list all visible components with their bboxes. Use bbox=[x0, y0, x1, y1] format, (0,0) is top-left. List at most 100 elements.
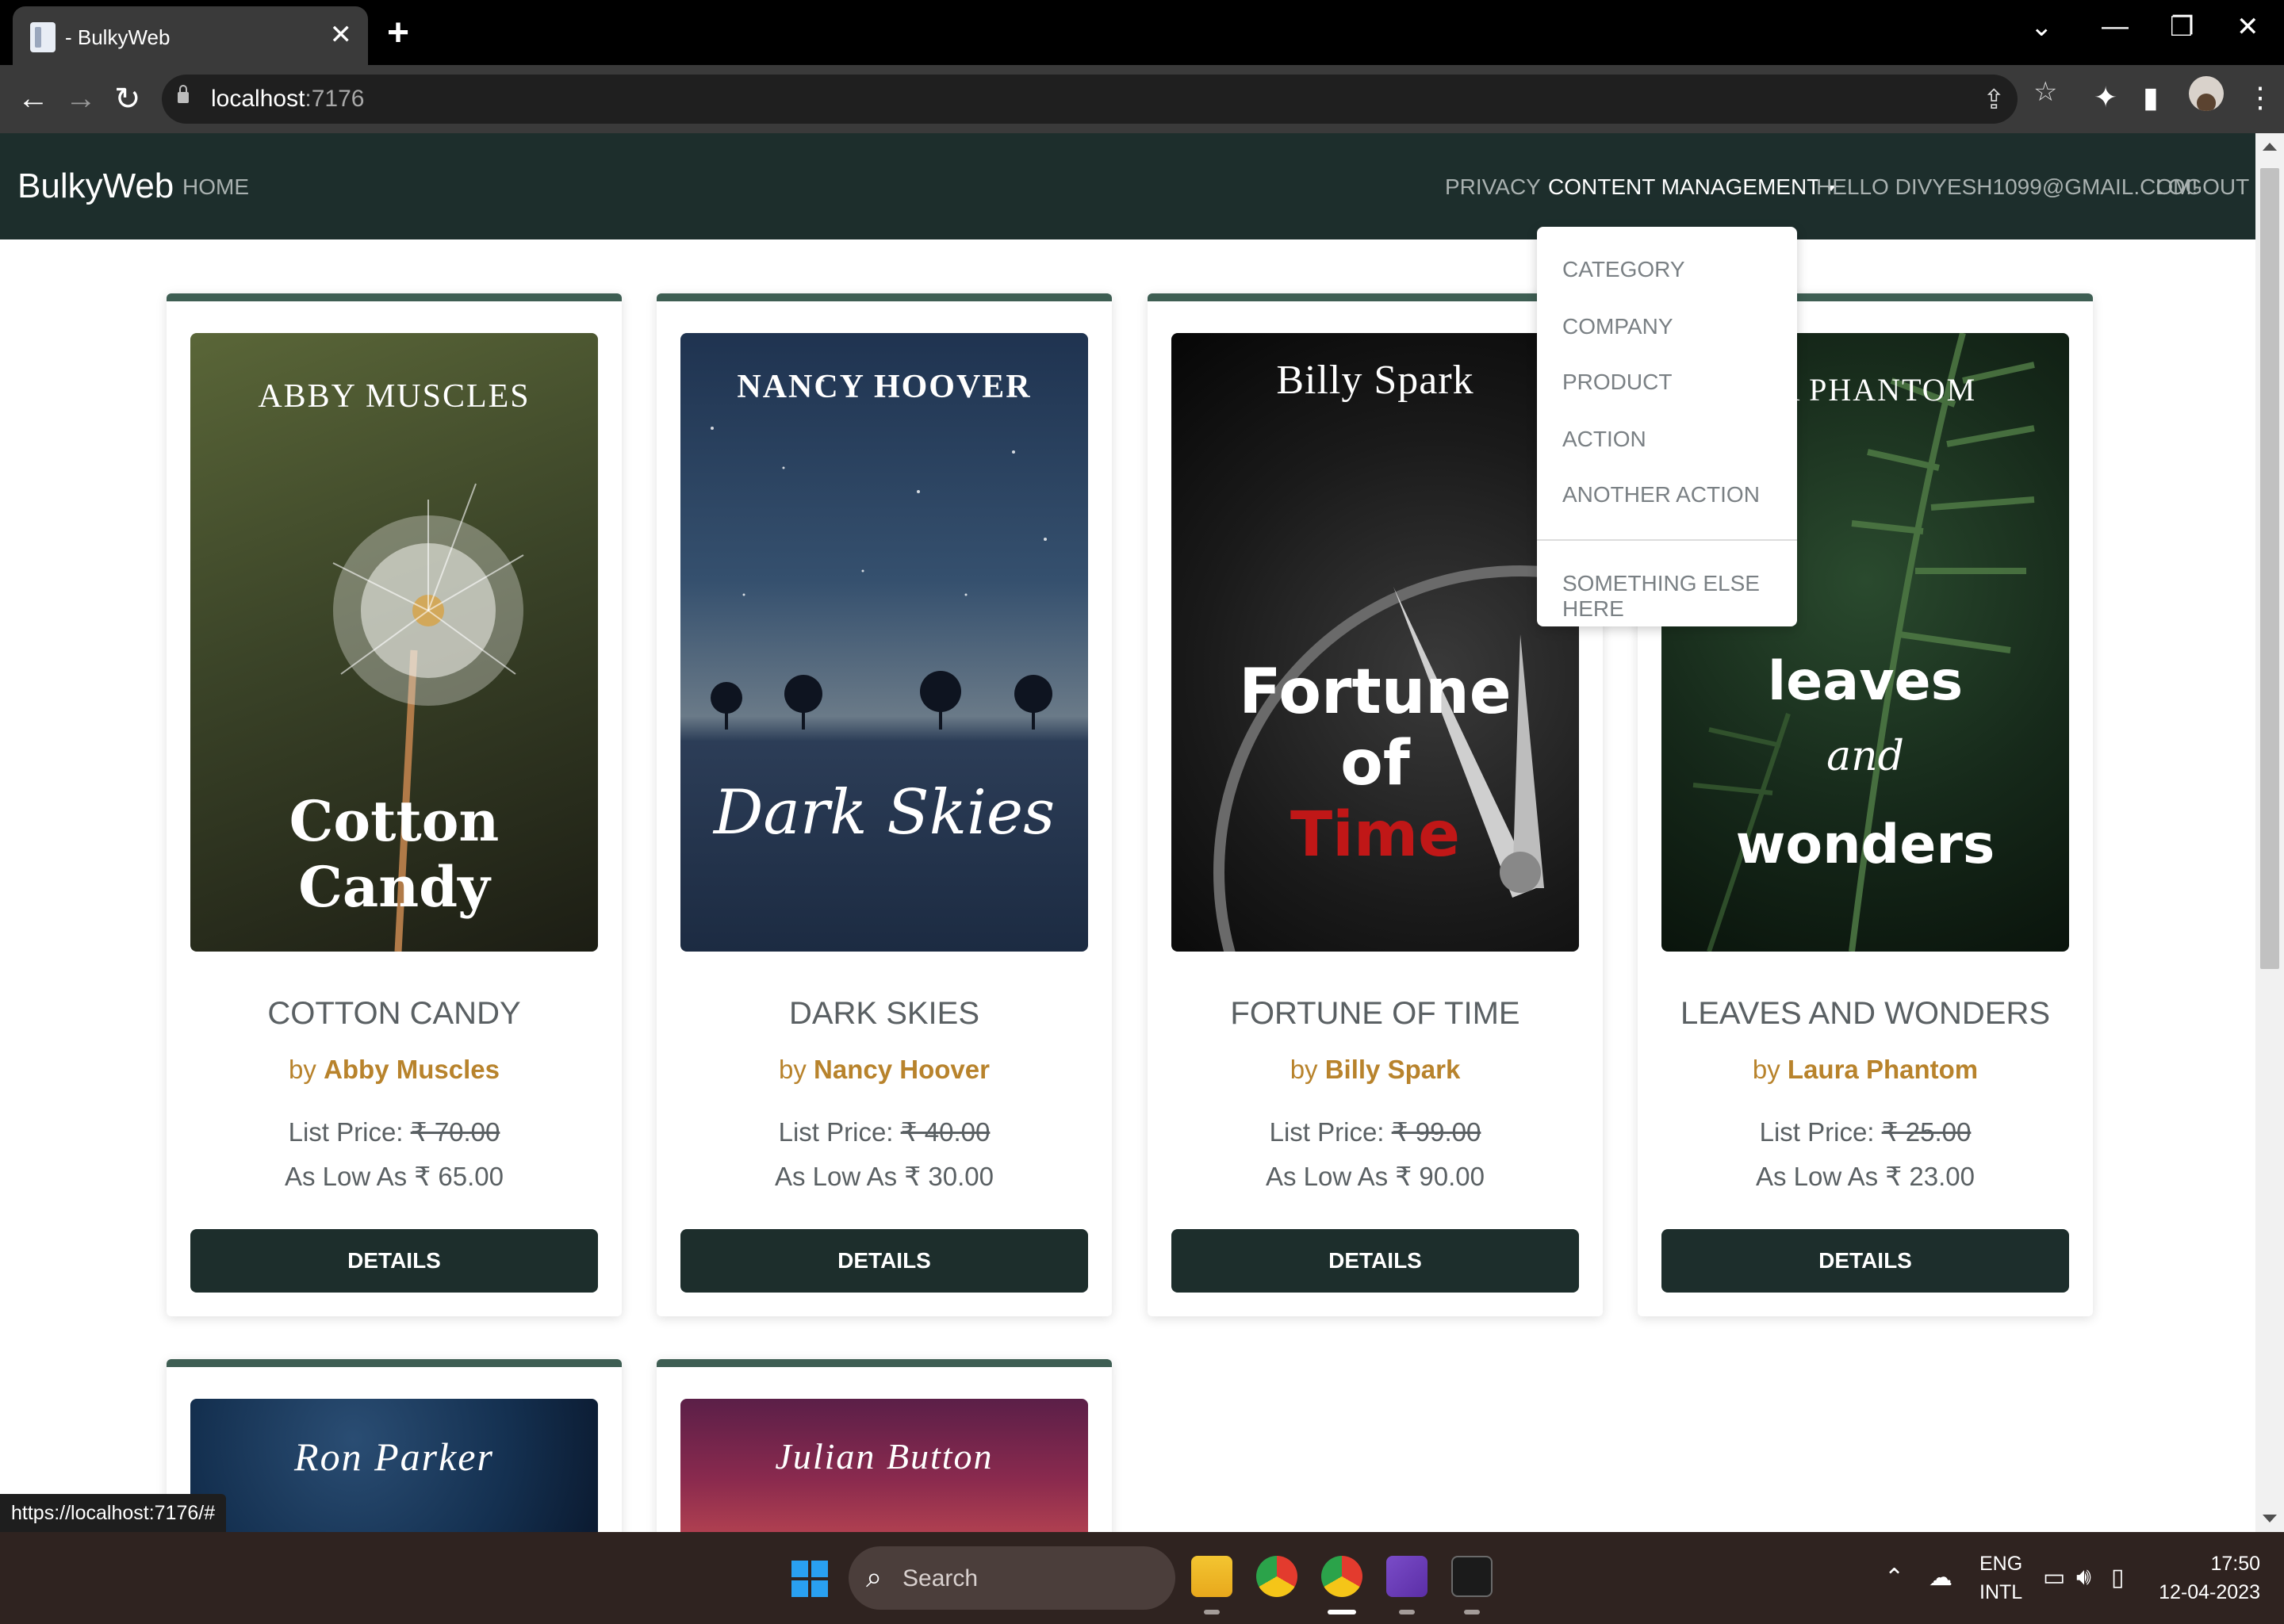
network-icon[interactable]: ▭ bbox=[2043, 1564, 2065, 1591]
cover-title-text: of bbox=[1340, 728, 1410, 799]
product-author: by Billy Spark bbox=[1290, 1055, 1461, 1084]
language-indicator[interactable]: ENG bbox=[1979, 1553, 2022, 1576]
cover-author-text: Billy Spark bbox=[1276, 358, 1474, 403]
low-price: As Low As ₹ 65.00 bbox=[285, 1162, 504, 1191]
scroll-thumb[interactable] bbox=[2260, 168, 2279, 969]
cover-author-text: NANCY HOOVER bbox=[737, 369, 1032, 405]
details-button[interactable]: DETAILS bbox=[680, 1229, 1088, 1293]
dropdown-divider bbox=[1537, 539, 1797, 541]
low-price: As Low As ₹ 90.00 bbox=[1266, 1162, 1485, 1191]
dropdown-item-something-else[interactable]: SOMETHING ELSE HERE bbox=[1562, 571, 1797, 622]
volume-icon[interactable]: 🔊︎ bbox=[2076, 1564, 2091, 1591]
night-sky-illustration bbox=[711, 379, 1052, 730]
address-bar[interactable]: localhost:7176 ⇪ bbox=[162, 75, 2018, 124]
battery-icon[interactable]: ▯ bbox=[2111, 1564, 2125, 1591]
cover-title-text: wonders bbox=[1735, 814, 1995, 876]
chrome-icon[interactable] bbox=[1256, 1556, 1297, 1597]
clock-date[interactable]: 12-04-2023 bbox=[2149, 1581, 2260, 1604]
browser-tab[interactable]: - BulkyWeb ✕ bbox=[13, 6, 368, 65]
show-hidden-icons-chevron-icon[interactable]: ⌃ bbox=[1884, 1564, 1904, 1591]
details-button[interactable]: DETAILS bbox=[1661, 1229, 2069, 1293]
page-favicon-icon bbox=[30, 22, 56, 52]
windows-taskbar: ⌕ Search ⌃ ☁ ENG INTL ▭ 🔊︎ ▯ 17:50 12-04… bbox=[0, 1532, 2284, 1624]
book-cover-image: ABBY MUSCLES Cotton Candy bbox=[190, 333, 598, 952]
terminal-icon[interactable] bbox=[1451, 1556, 1493, 1597]
nav-logout[interactable]: LOGOUT bbox=[2156, 174, 2249, 200]
dropdown-item-another-action[interactable]: ANOTHER ACTION bbox=[1562, 482, 1760, 508]
app-running-indicator bbox=[1464, 1610, 1480, 1614]
product-card: Julian Button bbox=[657, 1359, 1112, 1549]
product-title: LEAVES AND WONDERS bbox=[1680, 996, 2051, 1031]
cover-title-text: leaves bbox=[1767, 650, 1964, 713]
page-scrollbar[interactable] bbox=[2255, 133, 2284, 1532]
cover-title-text: Dark Skies bbox=[713, 777, 1056, 848]
list-price: List Price: ₹ 70.00 bbox=[288, 1117, 500, 1147]
tab-close-icon[interactable]: ✕ bbox=[330, 19, 353, 51]
lock-icon[interactable] bbox=[178, 85, 189, 103]
product-author: by Laura Phantom bbox=[1752, 1055, 1979, 1084]
onedrive-cloud-icon[interactable]: ☁ bbox=[1929, 1564, 1953, 1591]
taskbar-search[interactable]: ⌕ Search bbox=[849, 1546, 1175, 1610]
new-tab-button[interactable]: + bbox=[387, 11, 409, 55]
browser-tab-strip: - BulkyWeb ✕ + ⌄ — ❐ ✕ bbox=[0, 0, 2284, 65]
dropdown-item-company[interactable]: COMPANY bbox=[1562, 314, 1673, 339]
cover-title-text: Time bbox=[1290, 799, 1461, 871]
close-window-icon[interactable]: ✕ bbox=[2236, 11, 2259, 43]
app-navbar: BulkyWeb HOME PRIVACY CONTENT MANAGEMENT… bbox=[0, 133, 2255, 239]
list-price: List Price: ₹ 25.00 bbox=[1759, 1117, 1972, 1147]
nav-greeting[interactable]: HELLO DIVYESH1099@GMAIL.COM! bbox=[1816, 174, 2198, 200]
profile-avatar[interactable] bbox=[2189, 76, 2224, 111]
product-card: NANCY HOOVER Dark Skies DARK SKIES by Na… bbox=[657, 293, 1112, 1316]
reload-icon[interactable]: ↻ bbox=[114, 81, 141, 117]
minimize-icon[interactable]: — bbox=[2102, 11, 2129, 42]
product-title: DARK SKIES bbox=[788, 996, 980, 1031]
share-icon[interactable]: ⇪ bbox=[1983, 84, 2006, 116]
cover-title-text: Cotton Candy bbox=[289, 788, 500, 920]
low-price: As Low As ₹ 23.00 bbox=[1756, 1162, 1975, 1191]
details-button[interactable]: DETAILS bbox=[1171, 1229, 1579, 1293]
brand-logo[interactable]: BulkyWeb bbox=[17, 167, 174, 206]
file-explorer-icon[interactable] bbox=[1191, 1556, 1232, 1597]
nav-home[interactable]: HOME bbox=[182, 174, 249, 200]
product-author: by Abby Muscles bbox=[289, 1055, 500, 1084]
keyboard-layout-indicator[interactable]: INTL bbox=[1979, 1581, 2022, 1604]
windows-start-icon[interactable] bbox=[791, 1561, 828, 1597]
browser-toolbar: ← → ↻ localhost:7176 ⇪ ☆ ✦ ▮ ⋮ bbox=[0, 65, 2284, 133]
dropdown-item-category[interactable]: CATEGORY bbox=[1562, 257, 1685, 282]
list-price: List Price: ₹ 99.00 bbox=[1269, 1117, 1481, 1147]
nav-privacy[interactable]: PRIVACY bbox=[1445, 174, 1541, 200]
restore-icon[interactable]: ❐ bbox=[2170, 11, 2194, 43]
clock-time[interactable]: 17:50 bbox=[2173, 1553, 2260, 1576]
cover-author-text: Julian Button bbox=[775, 1436, 994, 1477]
dropdown-item-action[interactable]: ACTION bbox=[1562, 427, 1646, 452]
cover-title-text: Fortune bbox=[1239, 657, 1512, 728]
visual-studio-icon[interactable] bbox=[1386, 1556, 1428, 1597]
extensions-puzzle-icon[interactable]: ✦ bbox=[2094, 81, 2117, 114]
status-bar-url: https://localhost:7176/# bbox=[0, 1494, 227, 1532]
product-card: Ron Parker bbox=[167, 1359, 622, 1549]
back-arrow-icon[interactable]: ← bbox=[17, 81, 49, 117]
nav-content-management[interactable]: CONTENT MANAGEMENT bbox=[1548, 174, 1837, 200]
app-running-indicator bbox=[1204, 1610, 1220, 1614]
content-management-dropdown: CATEGORY COMPANY PRODUCT ACTION ANOTHER … bbox=[1537, 227, 1797, 626]
product-card: ABBY MUSCLES Cotton Candy COTTON CANDY b… bbox=[167, 293, 622, 1316]
product-card: Billy Spark Fortune of Time FORTUNE OF T… bbox=[1148, 293, 1603, 1316]
book-cover-image: Julian Button bbox=[680, 1399, 1088, 1534]
url-text: localhost:7176 bbox=[211, 86, 365, 112]
bookmark-star-icon[interactable]: ☆ bbox=[2033, 76, 2057, 108]
cover-author-text: ABBY MUSCLES bbox=[258, 378, 531, 415]
book-cover-image: Ron Parker bbox=[190, 1399, 598, 1534]
scroll-down-arrow-icon[interactable] bbox=[2263, 1515, 2277, 1522]
forward-arrow-icon[interactable]: → bbox=[65, 81, 97, 117]
cover-title-text: and bbox=[1826, 733, 1904, 780]
tab-title: - BulkyWeb bbox=[65, 25, 171, 49]
search-icon: ⌕ bbox=[866, 1561, 883, 1593]
side-panel-icon[interactable]: ▮ bbox=[2143, 81, 2159, 114]
scroll-up-arrow-icon[interactable] bbox=[2263, 143, 2277, 151]
tab-search-chevron-icon[interactable]: ⌄ bbox=[2030, 11, 2053, 43]
chrome-profile-icon[interactable] bbox=[1321, 1556, 1362, 1597]
dropdown-item-product[interactable]: PRODUCT bbox=[1562, 370, 1672, 395]
kebab-menu-icon[interactable]: ⋮ bbox=[2246, 81, 2274, 114]
details-button[interactable]: DETAILS bbox=[190, 1229, 598, 1293]
search-label: Search bbox=[902, 1565, 979, 1591]
